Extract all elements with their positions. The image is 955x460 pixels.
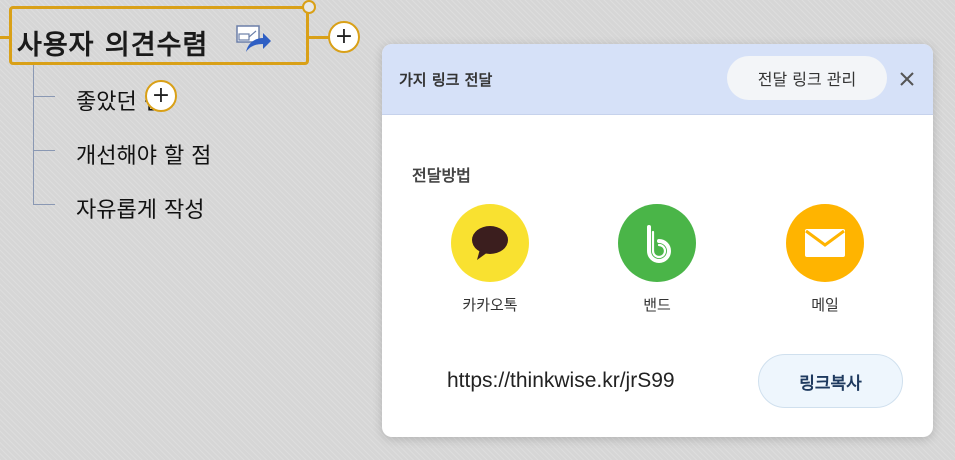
mail-label: 메일 [811, 296, 839, 314]
branch-connector [33, 150, 55, 151]
share-band-option[interactable]: 밴드 [612, 204, 702, 315]
branch-connector [33, 96, 55, 97]
share-link-panel: 가지 링크 전달 전달 링크 관리 전달방법 카카오톡 밴드 메일 https:… [382, 44, 933, 437]
close-icon[interactable] [896, 68, 918, 90]
panel-header: 가지 링크 전달 전달 링크 관리 [382, 44, 933, 115]
plus-icon: + [151, 83, 171, 108]
node-resize-handle[interactable] [302, 0, 316, 14]
root-left-connector [0, 36, 9, 39]
plus-icon: + [334, 24, 354, 49]
add-sibling-button[interactable]: + [328, 21, 360, 53]
band-label: 밴드 [643, 296, 671, 314]
shared-link-icon[interactable] [236, 25, 272, 55]
share-kakaotalk-option[interactable]: 카카오톡 [445, 204, 535, 315]
root-node[interactable]: 사용자 의견수렴 [9, 6, 309, 65]
mail-icon[interactable] [786, 204, 864, 282]
branch-trunk [33, 65, 34, 205]
branch-connector [33, 204, 55, 205]
manage-links-button[interactable]: 전달 링크 관리 [727, 56, 887, 100]
panel-title: 가지 링크 전달 [399, 71, 493, 89]
band-icon[interactable] [618, 204, 696, 282]
kakaotalk-label: 카카오톡 [462, 296, 518, 314]
add-child-button[interactable]: + [145, 80, 177, 112]
share-link-url: https://thinkwise.kr/jrS99 [447, 369, 675, 392]
share-mail-option[interactable]: 메일 [780, 204, 870, 315]
copy-link-button[interactable]: 링크복사 [758, 354, 903, 408]
share-method-heading: 전달방법 [412, 166, 471, 185]
root-node-label: 사용자 의견수렴 [17, 30, 209, 61]
kakaotalk-icon[interactable] [451, 204, 529, 282]
child-node-improve[interactable]: 개선해야 할 점 [76, 138, 211, 170]
root-connector [309, 36, 329, 39]
child-node-free[interactable]: 자유롭게 작성 [76, 192, 204, 224]
